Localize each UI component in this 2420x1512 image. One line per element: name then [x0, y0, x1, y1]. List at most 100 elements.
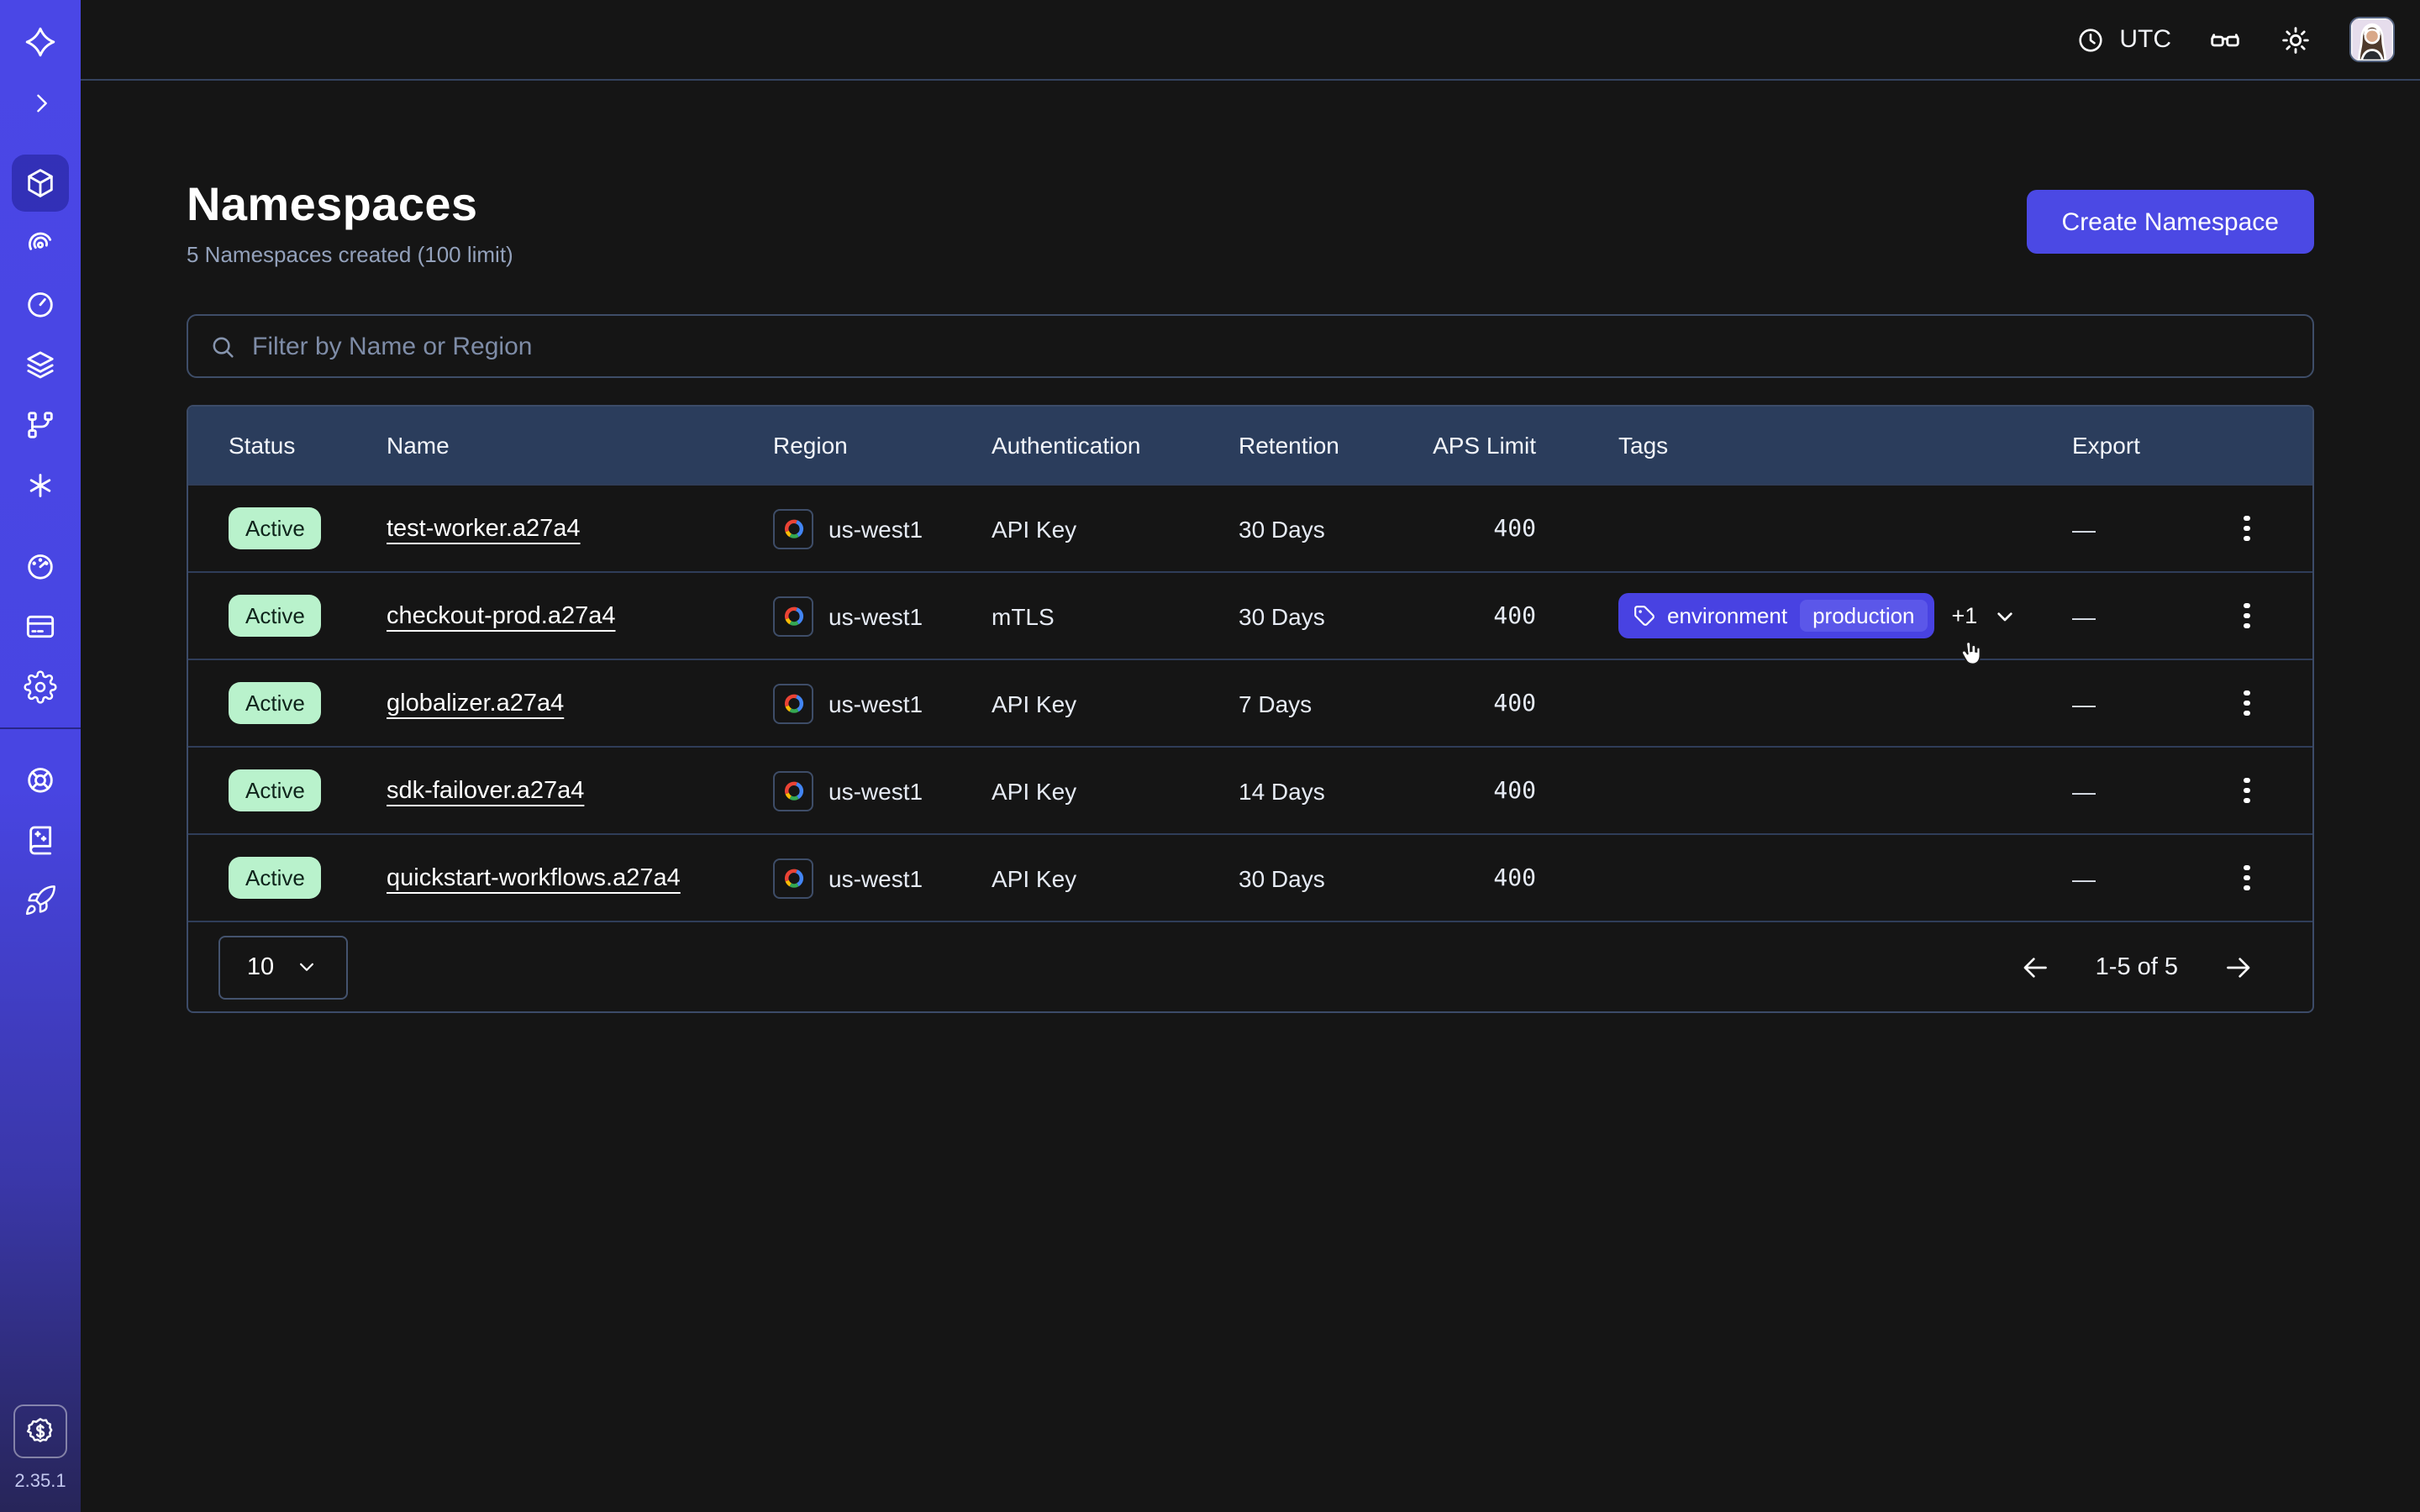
timezone-selector[interactable]: UTC	[2075, 24, 2171, 55]
chevron-down-icon	[294, 954, 319, 979]
row-actions-kebab-menu[interactable]	[2225, 681, 2269, 725]
sidebar-item-getting-started[interactable]	[12, 872, 69, 929]
column-header-export: Export	[2072, 432, 2205, 459]
region-label: us-west1	[829, 777, 923, 804]
retention-cell: 30 Days	[1239, 515, 1430, 542]
pagination-range: 1-5 of 5	[2096, 953, 2178, 980]
row-actions-kebab-menu[interactable]	[2225, 594, 2269, 638]
sidebar-item-docs[interactable]	[12, 811, 69, 869]
region-label: us-west1	[829, 864, 923, 891]
tags-cell	[1618, 768, 2072, 813]
authentication-cell: API Key	[992, 515, 1239, 542]
arrow-left-icon	[2018, 950, 2052, 984]
region-cell: us-west1	[773, 508, 992, 549]
spiral-icon	[24, 227, 57, 260]
gcp-cloud-icon	[773, 858, 813, 898]
tags-cell	[1618, 855, 2072, 900]
extra-tags-count: +1	[1952, 603, 1978, 628]
dollar-badge-icon	[24, 1415, 57, 1448]
namespace-link[interactable]: test-worker.a27a4	[387, 516, 581, 543]
name-cell: test-worker.a27a4	[387, 514, 773, 543]
region-cell: us-west1	[773, 683, 992, 723]
page-size-select[interactable]: 10	[218, 935, 348, 999]
namespace-link[interactable]: globalizer.a27a4	[387, 690, 564, 717]
actions-cell	[2205, 681, 2312, 725]
main-column: UTC Namespaces 5 Namespaces created (100…	[81, 0, 2420, 1512]
lifebuoy-icon	[24, 763, 57, 796]
retention-cell: 7 Days	[1239, 690, 1430, 717]
search-icon	[208, 332, 237, 360]
cube-icon	[24, 166, 57, 200]
create-namespace-button[interactable]: Create Namespace	[2027, 190, 2314, 254]
column-header-status: Status	[229, 432, 387, 459]
row-actions-kebab-menu[interactable]	[2225, 856, 2269, 900]
filter-input[interactable]	[252, 332, 2292, 360]
page-size-value: 10	[247, 953, 274, 980]
namespace-link[interactable]: checkout-prod.a27a4	[387, 603, 616, 630]
arrow-right-icon	[2222, 950, 2255, 984]
sidebar-item-settings[interactable]	[12, 659, 69, 716]
column-header-aps-limit: APS Limit	[1430, 432, 1618, 459]
next-page-button[interactable]	[2222, 950, 2255, 984]
namespaces-table: Status Name Region Authentication Retent…	[187, 405, 2314, 1013]
pricing-button[interactable]	[13, 1404, 67, 1458]
actions-cell	[2205, 507, 2312, 550]
table-row: Active sdk-failover.a27a4 us-west1 API K…	[188, 746, 2312, 833]
previous-page-button[interactable]	[2018, 950, 2052, 984]
status-cell: Active	[229, 507, 387, 549]
sidebar-expand-chevron-right-icon[interactable]	[12, 74, 69, 131]
sidebar-item-usage[interactable]	[12, 538, 69, 595]
aps-limit-cell: 400	[1430, 602, 1618, 629]
status-badge: Active	[229, 857, 322, 899]
authentication-cell: API Key	[992, 864, 1239, 891]
sidebar-item-namespaces[interactable]	[12, 155, 69, 212]
aps-limit-cell: 400	[1430, 777, 1618, 804]
sidebar-item-nexus[interactable]	[12, 457, 69, 514]
temporal-logo-icon[interactable]	[12, 13, 69, 71]
gcp-cloud-icon	[773, 683, 813, 723]
sidebar-item-deployments[interactable]	[12, 336, 69, 393]
tags-cell: environmentproduction +1	[1618, 593, 2072, 638]
sidebar-item-schedules[interactable]	[12, 276, 69, 333]
sidebar-item-support[interactable]	[12, 751, 69, 808]
namespace-link[interactable]: sdk-failover.a27a4	[387, 778, 584, 805]
row-actions-kebab-menu[interactable]	[2225, 769, 2269, 812]
layers-icon	[24, 348, 57, 381]
sidebar-divider	[0, 727, 81, 729]
status-badge: Active	[229, 507, 322, 549]
app-version: 2.35.1	[14, 1472, 66, 1492]
region-cell: us-west1	[773, 770, 992, 811]
status-cell: Active	[229, 682, 387, 724]
row-actions-kebab-menu[interactable]	[2225, 507, 2269, 550]
export-cell: —	[2072, 777, 2205, 804]
status-badge: Active	[229, 682, 322, 724]
expand-tags-chevron[interactable]	[1991, 602, 2018, 629]
tag-pill[interactable]: environmentproduction	[1618, 593, 1935, 638]
user-avatar[interactable]	[2349, 17, 2395, 62]
namespace-count-subtitle: 5 Namespaces created (100 limit)	[187, 242, 513, 267]
status-cell: Active	[229, 857, 387, 899]
region-label: us-west1	[829, 690, 923, 717]
chevron-down-icon	[1991, 602, 2018, 629]
authentication-cell: mTLS	[992, 602, 1239, 629]
authentication-cell: API Key	[992, 690, 1239, 717]
sidebar-item-batch-operations[interactable]	[12, 396, 69, 454]
namespace-link[interactable]: quickstart-workflows.a27a4	[387, 865, 681, 892]
gcp-cloud-icon	[773, 508, 813, 549]
theme-toggle-button[interactable]	[2279, 23, 2312, 56]
gcp-cloud-icon	[773, 596, 813, 636]
timer-icon	[24, 287, 57, 321]
namespaces-page: Namespaces 5 Namespaces created (100 lim…	[81, 81, 2420, 1013]
tags-cell	[1618, 680, 2072, 726]
sidebar: 2.35.1	[0, 0, 81, 1512]
region-cell: us-west1	[773, 596, 992, 636]
sidebar-item-workflows[interactable]	[12, 215, 69, 272]
page-title: Namespaces	[187, 178, 513, 232]
tags-cell	[1618, 506, 2072, 551]
sidebar-item-billing[interactable]	[12, 598, 69, 655]
labs-toggle-button[interactable]	[2208, 23, 2242, 56]
aps-limit-cell: 400	[1430, 864, 1618, 891]
book-sparkles-icon	[24, 823, 57, 857]
tag-value: production	[1799, 600, 1928, 632]
export-cell: —	[2072, 602, 2205, 629]
